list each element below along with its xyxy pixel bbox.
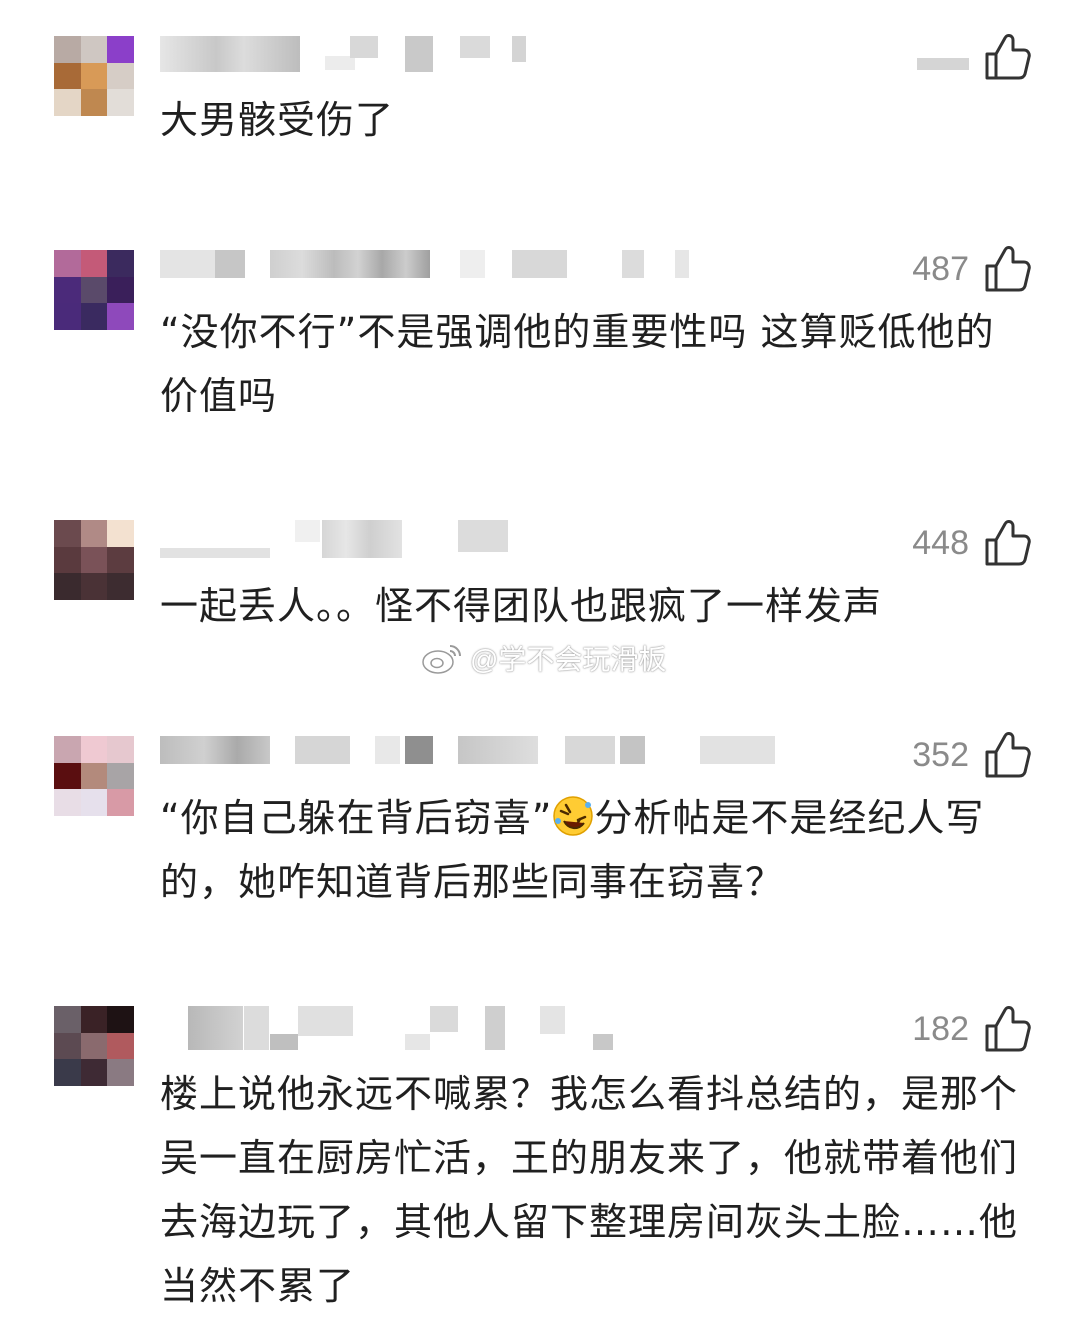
like-button[interactable]: 182: [912, 1004, 1031, 1054]
like-button[interactable]: 487: [912, 244, 1031, 294]
comment-text: 大男骸受伤了: [160, 98, 395, 142]
rolling-on-floor-laughing-emoji: [553, 796, 594, 836]
watermark-text: @学不会玩滑板: [470, 644, 667, 675]
avatar[interactable]: [54, 1006, 134, 1086]
like-count: 487: [912, 249, 969, 288]
username-redacted[interactable]: [160, 36, 540, 76]
username-redacted[interactable]: [160, 736, 780, 776]
avatar[interactable]: [54, 250, 134, 330]
comment-text: 楼上说他永远不喊累？我怎么看抖总结的，是那个吴一直在厨房忙活，王的朋友来了，他就…: [160, 1072, 1019, 1308]
username-redacted[interactable]: [160, 520, 540, 560]
like-button[interactable]: [917, 32, 1031, 82]
comment-text: “没你不行”不是强调他的重要性吗 这算贬低他的价值吗: [160, 310, 995, 418]
username-redacted[interactable]: [160, 250, 700, 290]
like-button[interactable]: 448: [912, 518, 1031, 568]
watermark: @学不会玩滑板: [420, 636, 666, 680]
weibo-logo-icon: [422, 645, 461, 674]
thumbs-up-icon: [985, 34, 1031, 80]
comment-text: 一起丢人。。怪不得团队也跟疯了一样发声: [160, 584, 883, 628]
thumbs-up-icon: [985, 246, 1031, 292]
thumbs-up-icon: [985, 1006, 1031, 1052]
like-count: [917, 58, 969, 70]
comment-text: “你自己躲在背后窃喜” 分析帖是不是经纪人写的，她咋知道背后那些同事在窃喜？: [160, 786, 1030, 914]
avatar[interactable]: [54, 36, 134, 116]
thumbs-up-icon: [985, 520, 1031, 566]
thumbs-up-icon: [985, 732, 1031, 778]
username-redacted[interactable]: [160, 1006, 620, 1050]
avatar[interactable]: [54, 520, 134, 600]
like-count: 352: [912, 735, 969, 774]
like-count: 448: [912, 523, 969, 562]
comment-text-part: “你自己躲在背后窃喜”: [160, 796, 553, 840]
like-count: 182: [912, 1009, 969, 1048]
like-button[interactable]: 352: [912, 730, 1031, 780]
avatar[interactable]: [54, 736, 134, 816]
